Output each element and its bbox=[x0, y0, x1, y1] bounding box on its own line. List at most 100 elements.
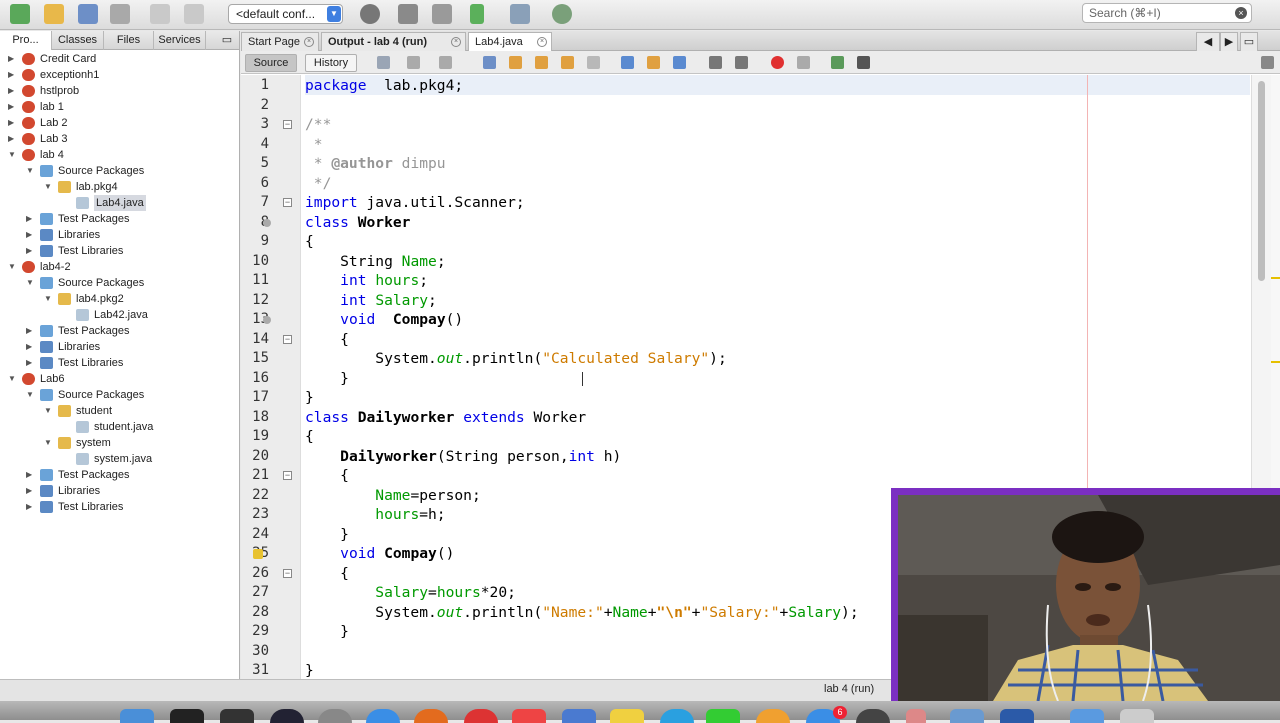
tab-projects[interactable]: Pro... bbox=[0, 31, 52, 50]
override-marker-icon[interactable] bbox=[263, 316, 271, 324]
collapsed-arrow-icon[interactable]: ▶ bbox=[26, 227, 36, 243]
expanded-arrow-icon[interactable]: ▼ bbox=[8, 371, 18, 387]
music-icon[interactable] bbox=[512, 709, 546, 723]
preview-icon[interactable] bbox=[562, 709, 596, 723]
tree-item[interactable]: ▶ hstlprob bbox=[0, 83, 238, 99]
tab-lab4-java[interactable]: Lab4.java × bbox=[468, 32, 552, 51]
tree-item[interactable]: ▶ Test Libraries bbox=[0, 355, 238, 371]
tree-item[interactable]: ▶ Test Libraries bbox=[0, 243, 238, 259]
warning-bulb-icon[interactable] bbox=[253, 549, 263, 559]
tree-item[interactable]: ▼ system bbox=[0, 435, 238, 451]
tree-item[interactable]: ▶ lab 1 bbox=[0, 99, 238, 115]
warning-mark[interactable] bbox=[1271, 361, 1280, 363]
toggle-highlight-icon[interactable] bbox=[561, 56, 574, 69]
clear-search-icon[interactable]: × bbox=[1235, 7, 1247, 19]
tree-item[interactable]: ▼ lab.pkg4 bbox=[0, 179, 238, 195]
terminal-icon[interactable] bbox=[220, 709, 254, 723]
back-icon[interactable] bbox=[407, 56, 420, 69]
build-hammer-icon[interactable] bbox=[398, 4, 418, 24]
fold-collapse-icon[interactable]: − bbox=[283, 568, 292, 578]
tab-start-page[interactable]: Start Page × bbox=[241, 32, 319, 51]
collapsed-arrow-icon[interactable]: ▶ bbox=[8, 99, 18, 115]
safari-icon[interactable] bbox=[366, 709, 400, 723]
tree-item[interactable]: ▶ Lab 3 bbox=[0, 131, 238, 147]
uncomment-icon[interactable] bbox=[857, 56, 870, 69]
tree-item[interactable]: ▼ Source Packages bbox=[0, 163, 238, 179]
photos-icon[interactable] bbox=[756, 709, 790, 723]
collapsed-arrow-icon[interactable]: ▶ bbox=[26, 339, 36, 355]
trash-icon[interactable] bbox=[1120, 709, 1154, 723]
tab-services[interactable]: Services bbox=[154, 31, 206, 50]
tree-item[interactable]: ▶ Test Packages bbox=[0, 467, 238, 483]
new-project-icon[interactable] bbox=[44, 4, 64, 24]
run-status[interactable]: lab 4 (run) bbox=[824, 683, 874, 695]
toggle-rectangular-selection-icon[interactable] bbox=[587, 56, 600, 69]
fold-collapse-icon[interactable]: − bbox=[283, 198, 292, 207]
launchpad-icon[interactable] bbox=[270, 709, 304, 723]
new-file-icon[interactable] bbox=[10, 4, 30, 24]
tree-item[interactable]: system.java bbox=[0, 451, 238, 467]
virtualbox-icon[interactable] bbox=[950, 709, 984, 723]
open-project-icon[interactable] bbox=[78, 4, 98, 24]
tree-item[interactable]: ▼ Lab6 bbox=[0, 371, 238, 387]
next-bookmark-icon[interactable] bbox=[647, 56, 660, 69]
find-next-icon[interactable] bbox=[535, 56, 548, 69]
system-preferences-icon[interactable] bbox=[318, 709, 352, 723]
globe-icon[interactable] bbox=[360, 4, 380, 24]
tree-item[interactable]: ▶ exceptionh1 bbox=[0, 67, 238, 83]
maximize-window-icon[interactable]: ▭ bbox=[1240, 32, 1258, 51]
collapsed-arrow-icon[interactable]: ▶ bbox=[26, 211, 36, 227]
word-icon[interactable] bbox=[1000, 709, 1034, 723]
tab-files[interactable]: Files bbox=[104, 31, 154, 50]
tree-item[interactable]: ▶ Lab 2 bbox=[0, 115, 238, 131]
stop-macro-recording-icon[interactable] bbox=[797, 56, 810, 69]
toggle-bookmark-icon[interactable] bbox=[673, 56, 686, 69]
expanded-arrow-icon[interactable]: ▼ bbox=[26, 163, 36, 179]
fold-collapse-icon[interactable]: − bbox=[283, 120, 292, 129]
expanded-arrow-icon[interactable]: ▼ bbox=[26, 275, 36, 291]
debug-project-icon[interactable] bbox=[510, 4, 530, 24]
expanded-arrow-icon[interactable]: ▼ bbox=[44, 291, 54, 307]
tree-item[interactable]: ▼ lab4-2 bbox=[0, 259, 238, 275]
collapsed-arrow-icon[interactable]: ▶ bbox=[26, 355, 36, 371]
finder-icon[interactable] bbox=[120, 709, 154, 723]
collapsed-arrow-icon[interactable]: ▶ bbox=[8, 131, 18, 147]
collapsed-arrow-icon[interactable]: ▶ bbox=[26, 499, 36, 515]
redo-icon[interactable] bbox=[184, 4, 204, 24]
clean-build-icon[interactable] bbox=[432, 4, 452, 24]
shift-left-icon[interactable] bbox=[709, 56, 722, 69]
tree-item[interactable]: ▶ Test Libraries bbox=[0, 499, 238, 515]
tab-classes[interactable]: Classes bbox=[52, 31, 104, 50]
previous-bookmark-icon[interactable] bbox=[621, 56, 634, 69]
collapsed-arrow-icon[interactable]: ▶ bbox=[8, 115, 18, 131]
configuration-select[interactable]: <default conf... ▼ bbox=[228, 4, 343, 24]
skype-icon[interactable] bbox=[660, 709, 694, 723]
expanded-arrow-icon[interactable]: ▼ bbox=[26, 387, 36, 403]
collapsed-arrow-icon[interactable]: ▶ bbox=[8, 67, 18, 83]
comment-icon[interactable] bbox=[831, 56, 844, 69]
save-all-icon[interactable] bbox=[110, 4, 130, 24]
activity-monitor-icon[interactable] bbox=[170, 709, 204, 723]
forward-icon[interactable] bbox=[439, 56, 452, 69]
time-machine-icon[interactable] bbox=[856, 709, 890, 723]
firefox-icon[interactable] bbox=[414, 709, 448, 723]
expanded-arrow-icon[interactable]: ▼ bbox=[8, 259, 18, 275]
tree-item[interactable]: ▼ Source Packages bbox=[0, 387, 238, 403]
scrollbar-thumb[interactable] bbox=[1258, 81, 1265, 281]
source-button[interactable]: Source bbox=[245, 54, 297, 72]
close-tab-icon[interactable]: × bbox=[451, 37, 461, 47]
undo-icon[interactable] bbox=[150, 4, 170, 24]
run-project-icon[interactable] bbox=[470, 4, 484, 24]
fold-collapse-icon[interactable]: − bbox=[283, 334, 292, 344]
downloads-folder-icon[interactable] bbox=[1070, 709, 1104, 723]
tree-item[interactable]: ▶ Credit Card bbox=[0, 51, 238, 67]
close-tab-icon[interactable]: × bbox=[304, 37, 314, 47]
tree-item[interactable]: Lab42.java bbox=[0, 307, 238, 323]
facetime-icon[interactable] bbox=[706, 709, 740, 723]
split-editor-icon[interactable] bbox=[1261, 56, 1274, 69]
start-macro-recording-icon[interactable] bbox=[771, 56, 784, 69]
close-tab-icon[interactable]: × bbox=[537, 37, 547, 47]
chrome-icon[interactable] bbox=[464, 709, 498, 723]
tree-item[interactable]: ▶ Libraries bbox=[0, 483, 238, 499]
history-button[interactable]: History bbox=[305, 54, 357, 72]
